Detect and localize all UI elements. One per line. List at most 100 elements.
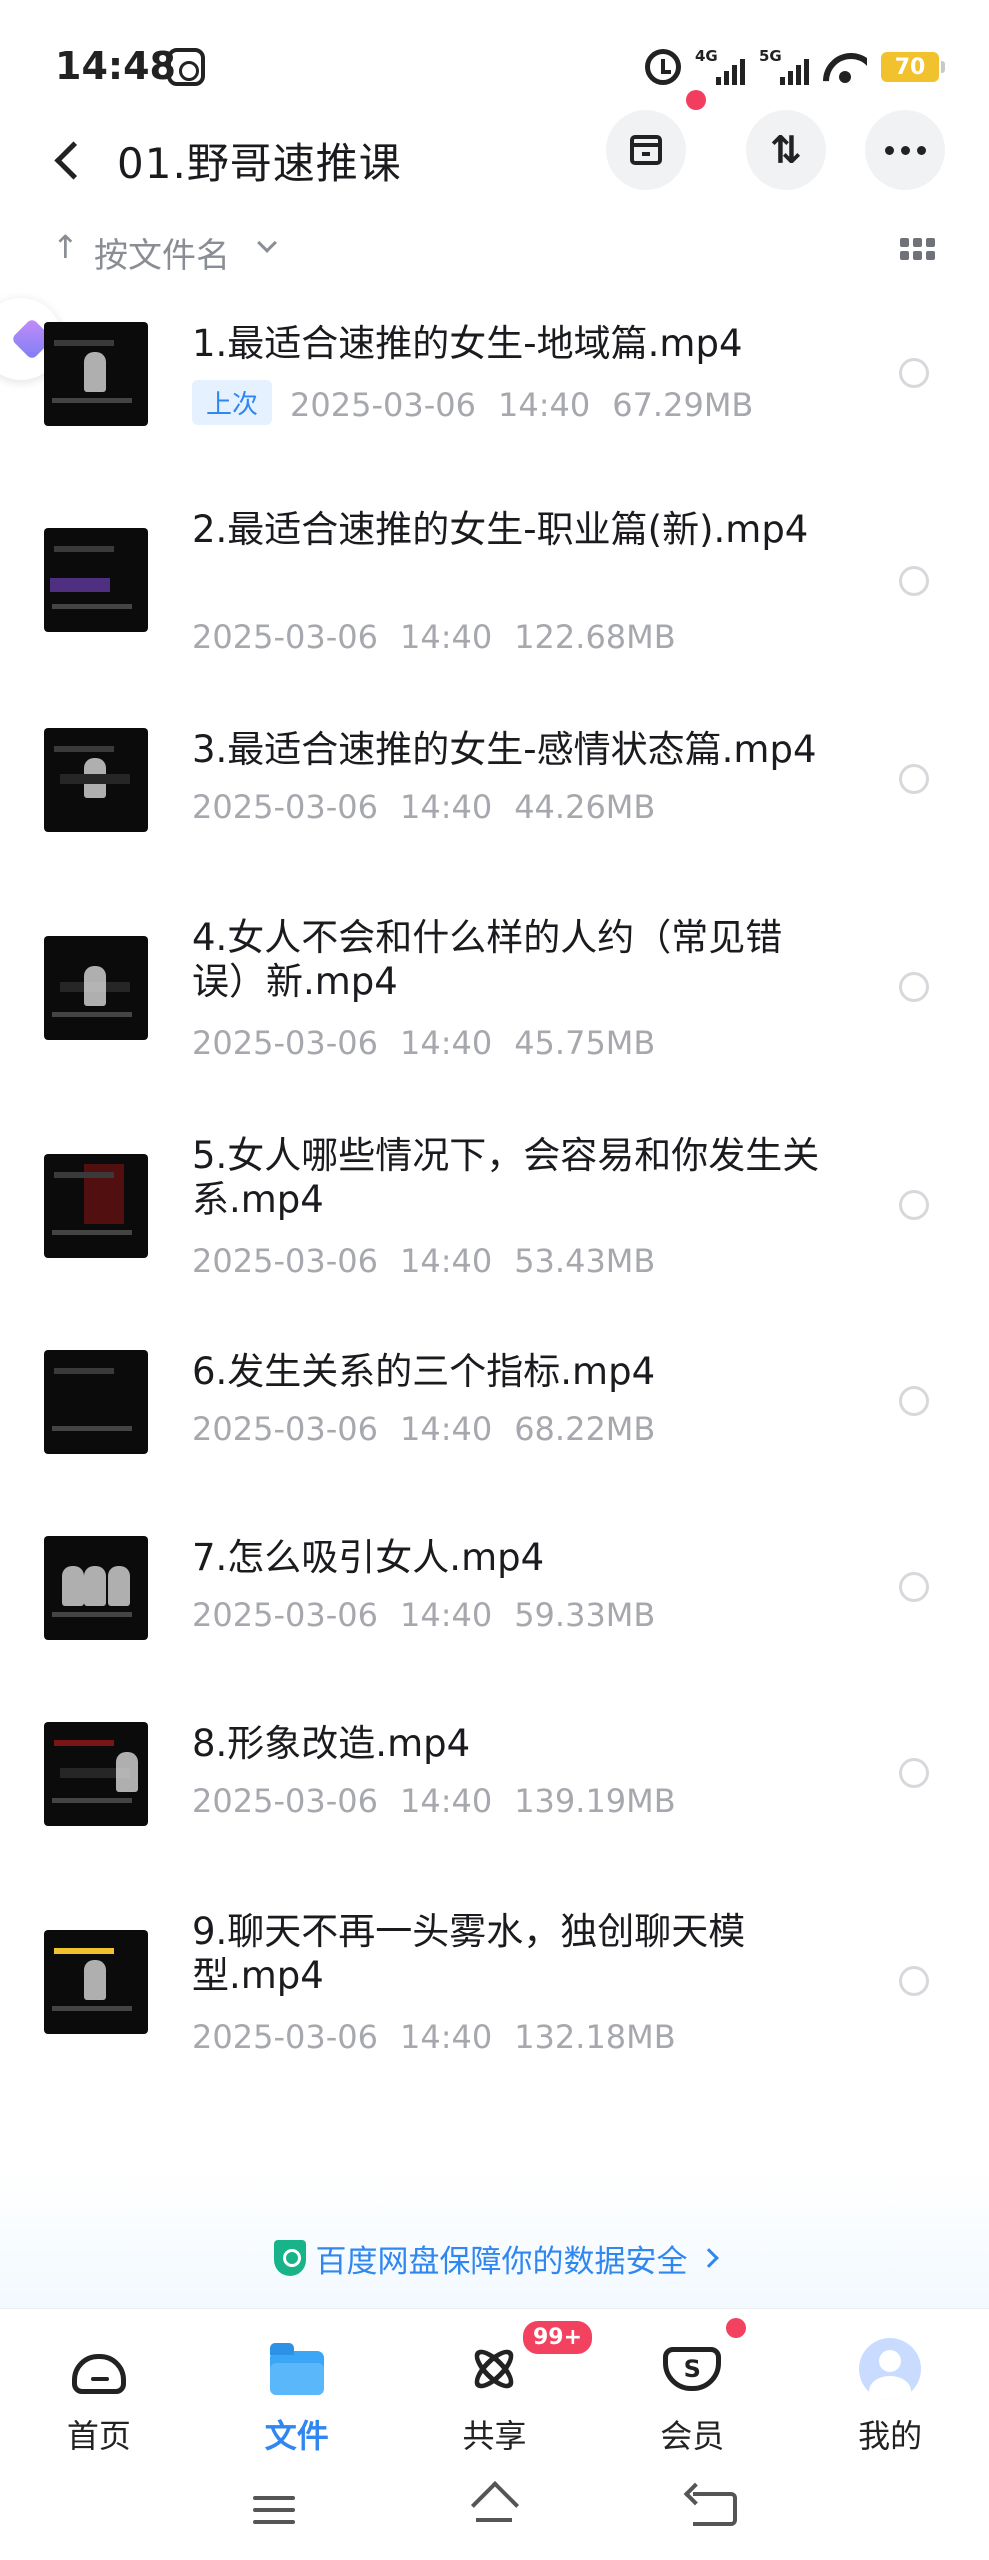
file-date: 2025-03-06 bbox=[192, 1596, 378, 1634]
file-date: 2025-03-06 bbox=[192, 2018, 378, 2056]
nav-vip[interactable]: S 会员 bbox=[593, 2309, 791, 2458]
select-checkbox[interactable] bbox=[899, 764, 929, 794]
avatar bbox=[859, 2338, 922, 2400]
file-size: 122.68MB bbox=[514, 618, 676, 656]
file-time: 14:40 bbox=[399, 1782, 493, 1820]
header: 01.野哥速推课 bbox=[0, 110, 989, 210]
nav-files-label: 文件 bbox=[264, 2417, 329, 2455]
file-date: 2025-03-06 bbox=[192, 1024, 378, 1062]
notification-dot bbox=[686, 90, 706, 110]
video-thumbnail bbox=[44, 728, 148, 832]
cloud-home-icon bbox=[71, 2354, 126, 2394]
nav-home-label: 首页 bbox=[66, 2417, 131, 2455]
file-meta: 2025-03-06 14:40 122.68MB bbox=[192, 618, 676, 656]
more-button[interactable] bbox=[865, 110, 945, 190]
nav-me[interactable]: 我的 bbox=[791, 2309, 989, 2458]
share-count-badge: 99+ bbox=[520, 2318, 596, 2357]
file-meta: 2025-03-06 14:40 68.22MB bbox=[192, 1410, 655, 1448]
file-meta: 2025-03-06 14:40 45.75MB bbox=[192, 1024, 655, 1062]
system-home-icon[interactable] bbox=[468, 2488, 520, 2526]
shield-icon bbox=[273, 2240, 306, 2276]
file-name: 7.怎么吸引女人.mp4 bbox=[192, 1536, 545, 1579]
nav-vip-label: 会员 bbox=[660, 2417, 725, 2455]
bottom-nav: 首页 文件 共享 S 会员 我的 bbox=[0, 2308, 989, 2458]
last-viewed-badge: 上次 bbox=[192, 380, 273, 425]
file-date: 2025-03-06 bbox=[192, 618, 378, 656]
nav-home[interactable]: 首页 bbox=[0, 2309, 198, 2458]
file-time: 14:40 bbox=[399, 2018, 493, 2056]
sort-direction-icon[interactable]: ↑ bbox=[52, 228, 79, 266]
system-back-icon[interactable] bbox=[693, 2492, 737, 2526]
sort-button[interactable]: ⇅ bbox=[746, 110, 826, 190]
file-time: 14:40 bbox=[399, 1410, 493, 1448]
wifi-icon bbox=[823, 49, 867, 85]
folder-icon bbox=[269, 2343, 324, 2395]
file-size: 132.18MB bbox=[514, 2018, 676, 2056]
recent-apps-icon[interactable] bbox=[253, 2496, 295, 2532]
select-checkbox[interactable] bbox=[899, 972, 929, 1002]
video-thumbnail bbox=[44, 528, 148, 632]
share-orbit-icon bbox=[469, 2343, 520, 2395]
file-date: 2025-03-06 bbox=[192, 1410, 378, 1448]
select-checkbox[interactable] bbox=[899, 1758, 929, 1788]
signal-4g-icon: 4G bbox=[695, 47, 745, 87]
grid-view-icon[interactable] bbox=[900, 238, 935, 260]
file-size: 45.75MB bbox=[514, 1024, 656, 1062]
file-name: 2.最适合速推的女生-职业篇(新).mp4 bbox=[192, 508, 809, 551]
file-name: 4.女人不会和什么样的人约（常见错误）新.mp4 bbox=[192, 916, 783, 1003]
video-thumbnail bbox=[44, 322, 148, 426]
vip-diamond-icon: S bbox=[663, 2347, 722, 2391]
select-checkbox[interactable] bbox=[899, 1190, 929, 1220]
more-dots-icon bbox=[884, 145, 926, 155]
chevron-down-icon[interactable] bbox=[257, 233, 277, 253]
file-name: 8.形象改造.mp4 bbox=[192, 1722, 471, 1765]
signal-4g-label: 4G bbox=[695, 47, 718, 65]
chevron-right-icon bbox=[698, 2248, 719, 2268]
status-icons: 4G 5G 70 bbox=[645, 42, 945, 92]
file-meta: 上次 2025-03-06 14:40 67.29MB bbox=[192, 380, 753, 425]
file-size: 59.33MB bbox=[514, 1596, 656, 1634]
file-time: 14:40 bbox=[497, 386, 591, 424]
select-checkbox[interactable] bbox=[899, 1966, 929, 1996]
file-size: 44.26MB bbox=[514, 788, 656, 826]
video-thumbnail bbox=[44, 1722, 148, 1826]
status-time: 14:48 bbox=[55, 44, 176, 88]
nav-share-label: 共享 bbox=[462, 2417, 527, 2455]
transfer-list-button[interactable] bbox=[606, 110, 686, 190]
video-thumbnail bbox=[44, 1930, 148, 2034]
file-name: 9.聊天不再一头雾水，独创聊天模型.mp4 bbox=[192, 1910, 746, 1997]
file-date: 2025-03-06 bbox=[192, 1782, 378, 1820]
select-checkbox[interactable] bbox=[899, 566, 929, 596]
file-time: 14:40 bbox=[399, 618, 493, 656]
select-checkbox[interactable] bbox=[899, 1386, 929, 1416]
file-time: 14:40 bbox=[399, 788, 493, 826]
back-button[interactable] bbox=[40, 132, 96, 188]
sort-by-name-dropdown[interactable]: 按文件名 bbox=[94, 228, 230, 277]
file-time: 14:40 bbox=[399, 1596, 493, 1634]
page-title: 01.野哥速推课 bbox=[117, 139, 402, 188]
file-size: 68.22MB bbox=[514, 1410, 656, 1448]
file-name: 3.最适合速推的女生-感情状态篇.mp4 bbox=[192, 728, 817, 771]
file-size: 67.29MB bbox=[612, 386, 754, 424]
select-checkbox[interactable] bbox=[899, 358, 929, 388]
file-time: 14:40 bbox=[399, 1242, 493, 1280]
nav-files[interactable]: 文件 bbox=[198, 2309, 396, 2458]
battery-icon: 70 bbox=[881, 52, 945, 82]
file-meta: 2025-03-06 14:40 132.18MB bbox=[192, 2018, 676, 2056]
video-thumbnail bbox=[44, 1350, 148, 1454]
file-date: 2025-03-06 bbox=[192, 1242, 378, 1280]
file-name: 6.发生关系的三个指标.mp4 bbox=[192, 1350, 656, 1393]
security-banner[interactable]: 百度网盘保障你的数据安全 bbox=[0, 2168, 989, 2308]
file-meta: 2025-03-06 14:40 44.26MB bbox=[192, 788, 655, 826]
video-thumbnail bbox=[44, 1536, 148, 1640]
select-checkbox[interactable] bbox=[899, 1572, 929, 1602]
file-meta: 2025-03-06 14:40 139.19MB bbox=[192, 1782, 676, 1820]
archive-icon bbox=[630, 135, 662, 165]
nav-me-label: 我的 bbox=[858, 2417, 923, 2455]
video-thumbnail bbox=[44, 936, 148, 1040]
file-date: 2025-03-06 bbox=[290, 386, 476, 424]
alarm-icon bbox=[645, 49, 681, 85]
signal-5g-icon: 5G bbox=[759, 47, 809, 87]
file-name: 1.最适合速推的女生-地域篇.mp4 bbox=[192, 322, 743, 365]
security-text: 百度网盘保障你的数据安全 bbox=[315, 2243, 688, 2280]
